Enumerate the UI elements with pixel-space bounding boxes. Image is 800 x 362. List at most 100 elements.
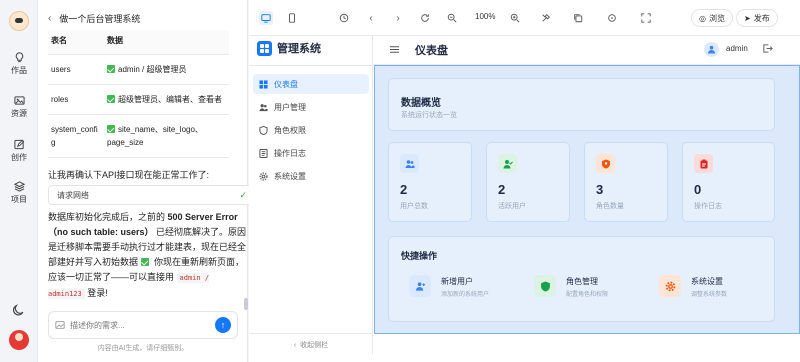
logout-icon[interactable] (762, 43, 773, 54)
nav-item-users[interactable]: 用户管理 (253, 97, 369, 117)
lightbulb-icon (15, 52, 23, 63)
check-icon (107, 125, 115, 133)
nav-label: 仪表盘 (274, 79, 298, 89)
rail-item-projects[interactable]: 项目 (0, 181, 38, 205)
quick-action-settings[interactable]: 系统设置 调整系统参数 (651, 269, 761, 305)
table-row: roles 超级管理员、编辑者、查看者 (48, 84, 229, 115)
copy-button[interactable] (571, 11, 585, 25)
forward-button[interactable]: › (391, 11, 405, 25)
browse-label: 浏览 (708, 13, 725, 23)
shield-icon (596, 154, 615, 173)
quick-action-role-manage[interactable]: 角色管理 配置角色和权限 (526, 269, 636, 305)
nav-item-settings[interactable]: 系统设置 (253, 166, 369, 186)
assistant-answer: 数据库初始化完成后，之前的 500 Server Error（no such t… (48, 210, 248, 302)
zoom-in-icon (510, 13, 520, 23)
publish-button[interactable]: ➤ 发布 (736, 9, 778, 27)
chat-input-box: ↑ (48, 311, 238, 339)
menu-icon[interactable] (389, 44, 400, 55)
send-button[interactable]: ↑ (215, 317, 231, 333)
image-attach-icon[interactable] (55, 320, 65, 330)
chat-header: ‹ 做一个后台管理系统 (48, 12, 140, 25)
table-cell-data: site_name、site_logo、page_size (107, 125, 203, 147)
chat-scrollbar[interactable] (244, 298, 248, 310)
table-cell-name: users (48, 54, 104, 85)
brand-name: 管理系统 (277, 43, 321, 55)
table-row: users admin / 超级管理员 (48, 54, 229, 85)
app-sidebar: 管理系统 仪表盘 用户管理 角色权限 操作日志 系统设置 ‹ 收起侧栏 (249, 36, 373, 354)
quick-action-desc: 添加新的系统用户 (441, 292, 490, 298)
collapse-sidebar-button[interactable]: ‹ 收起侧栏 (249, 333, 373, 350)
stat-card: 0 操作日志 (682, 142, 775, 222)
fullscreen-button[interactable] (639, 11, 653, 25)
users-icon (259, 103, 268, 111)
nav-item-roles[interactable]: 角色权限 (253, 120, 369, 140)
zoom-in-button[interactable] (508, 11, 522, 25)
tool-call-label: 请求网络 (57, 190, 89, 200)
chat-input[interactable] (70, 320, 210, 330)
stat-label: 用户总数 (400, 203, 428, 210)
seed-data-table: 表名 数据 users admin / 超级管理员 roles 超级管理员、编辑… (48, 30, 229, 158)
browse-button[interactable]: ◎ 浏览 (691, 9, 733, 27)
nav-label: 操作日志 (274, 148, 306, 158)
fullscreen-icon (641, 13, 651, 23)
table-cell-data: 超级管理员、编辑者、查看者 (118, 95, 222, 104)
table-header: 数据 (104, 30, 229, 55)
layers-icon (13, 181, 25, 192)
rail-item-create[interactable]: 创作 (0, 139, 38, 163)
desktop-view-button[interactable] (259, 11, 273, 25)
nav-item-logs[interactable]: 操作日志 (253, 143, 369, 163)
quick-action-desc: 配置角色和权限 (566, 292, 609, 298)
check-mark-icon: ✓ (239, 189, 247, 200)
quick-action-add-user[interactable]: 新增用户 添加新的系统用户 (401, 269, 511, 305)
users-icon (400, 154, 419, 173)
user-check-icon (498, 154, 517, 173)
shield-icon (534, 275, 556, 297)
rail-label: 项目 (11, 195, 27, 204)
tools-button[interactable] (539, 11, 553, 25)
history-button[interactable] (337, 11, 351, 25)
quick-action-desc: 调整系统参数 (691, 292, 728, 298)
rail-item-resources[interactable]: 资源 (0, 95, 38, 119)
user-avatar-icon[interactable] (704, 42, 719, 57)
stat-card: 3 角色数量 (584, 142, 668, 222)
crosshair-icon (608, 14, 616, 22)
moon-icon[interactable] (12, 304, 25, 317)
zoom-out-button[interactable] (445, 11, 459, 25)
answer-text: 登录! (87, 288, 108, 298)
chevron-left-icon: ‹ (369, 12, 373, 24)
zoom-out-icon (447, 13, 457, 23)
tool-call-request[interactable]: 请求网络 ✓ (48, 185, 256, 205)
back-button[interactable]: ‹ (364, 11, 378, 25)
user-avatar[interactable] (9, 330, 29, 350)
refresh-icon (421, 14, 429, 22)
image-icon (13, 96, 25, 105)
quick-action-title: 角色管理 (566, 277, 598, 286)
stat-value: 2 (400, 182, 408, 197)
shield-icon (259, 125, 268, 135)
globe-icon: ◎ (699, 13, 706, 23)
preview-toolbar: ‹ › 100% ◎ 浏览 ➤ 发布 (249, 0, 800, 36)
quick-actions-card: 快捷操作 新增用户 添加新的系统用户 角色管理 配置角色和权限 系统设置 调整系… (388, 236, 775, 322)
gear-icon (259, 171, 268, 181)
user-plus-icon (409, 275, 431, 297)
clipboard-icon (694, 154, 713, 173)
nav-label: 角色权限 (274, 125, 306, 135)
phone-icon (289, 13, 295, 23)
app-brand: 管理系统 (257, 40, 321, 56)
mobile-view-button[interactable] (285, 11, 299, 25)
table-row: system_config site_name、site_logo、page_s… (48, 114, 229, 158)
monitor-icon (261, 14, 271, 23)
back-icon[interactable]: ‹ (48, 13, 51, 24)
app-logo[interactable] (9, 11, 29, 31)
inspect-button[interactable] (605, 11, 619, 25)
rail-item-works[interactable]: 作品 (0, 52, 38, 76)
nav-item-dashboard[interactable]: 仪表盘 (253, 74, 369, 94)
nav-label: 用户管理 (274, 102, 306, 112)
answer-text: 数据库初始化完成后，之前的 (48, 212, 166, 222)
refresh-button[interactable] (418, 11, 432, 25)
username[interactable]: admin (726, 44, 748, 53)
zoom-level: 100% (475, 12, 496, 21)
table-cell-name: system_config (48, 114, 104, 158)
arrow-up-icon: ↑ (220, 320, 226, 330)
collapse-label: 收起侧栏 (300, 342, 329, 349)
